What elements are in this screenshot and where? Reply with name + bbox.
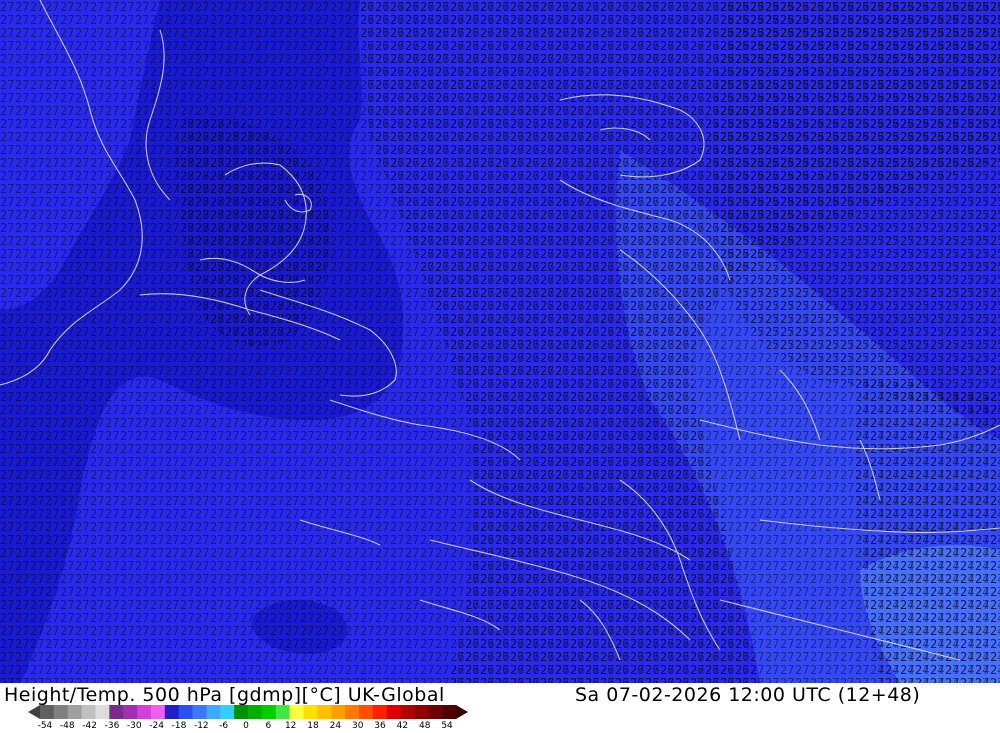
scale-tick-label: 42	[396, 721, 409, 731]
scale-segment	[81, 705, 96, 719]
scale-tick-label: -18	[171, 721, 187, 731]
scale-segment	[164, 705, 180, 719]
scale-tick-label: 48	[418, 721, 431, 731]
scale-segment	[386, 705, 402, 719]
scale-tick-label: 0	[243, 721, 249, 731]
scale-segment	[150, 705, 166, 719]
scale-tick-label: 24	[329, 721, 342, 731]
scale-tick-label: -54	[37, 721, 53, 731]
scale-segment	[178, 705, 194, 719]
scale-segment	[275, 705, 291, 719]
scale-segment	[234, 705, 249, 719]
scale-segment	[248, 705, 263, 719]
map-footer: Height/Temp. 500 hPa [gdmp][°C] UK-Globa…	[0, 683, 1000, 733]
map-timestamp: Sa 07-02-2026 12:00 UTC (12+48)	[575, 684, 921, 706]
scale-segment	[400, 705, 415, 719]
scale-tick-label: -36	[104, 721, 120, 731]
scale-segment	[317, 705, 332, 719]
scale-tick-label: 6	[265, 721, 272, 731]
scale-segment	[261, 705, 277, 719]
scale-tick-label: -30	[126, 721, 142, 731]
scale-tick-label: 18	[307, 721, 319, 731]
scale-segment	[220, 705, 235, 719]
scale-segment	[206, 705, 221, 719]
scale-tick-label: -48	[59, 721, 75, 731]
scale-tick-label: 30	[351, 721, 364, 731]
scale-segment	[303, 705, 318, 719]
scale-tick-label: 54	[441, 721, 453, 731]
scale-segment	[67, 705, 83, 719]
scale-arrow-right	[456, 705, 468, 719]
scale-segment	[345, 705, 360, 719]
scale-segment	[289, 705, 304, 719]
scale-segment	[414, 705, 429, 719]
scale-segment	[123, 705, 138, 719]
scale-arrow-left	[28, 705, 40, 719]
scale-tick-label: -42	[82, 721, 97, 731]
scale-segment	[358, 705, 374, 719]
scale-segment	[331, 705, 346, 719]
scale-segment	[428, 705, 443, 719]
scale-segment	[442, 705, 457, 719]
scale-tick-label: -24	[149, 721, 164, 731]
scale-segment	[95, 705, 110, 719]
scale-segment	[372, 705, 388, 719]
weather-map: 25 25 26 26 27 27 28 28 24 24	[0, 0, 1000, 683]
scale-tick-label: 36	[374, 721, 386, 731]
color-scale-bar	[28, 705, 468, 719]
color-scale-ticks: -54 -48 -42 -36 -30 -24 -18 -12 -6 0 6 12 18 24 30 36 42…	[0, 721, 480, 733]
scale-tick-label: -12	[193, 721, 209, 731]
scale-tick-label: 12	[284, 721, 297, 731]
scale-tick-label: -6	[219, 721, 229, 731]
scale-segment	[137, 705, 152, 719]
map-title: Height/Temp. 500 hPa [gdmp][°C] UK-Globa…	[4, 684, 445, 706]
labels-24-region	[856, 380, 1000, 683]
scale-segment	[109, 705, 124, 719]
scale-segment	[40, 705, 55, 719]
scale-segment	[192, 705, 207, 719]
scale-segment	[53, 705, 69, 719]
